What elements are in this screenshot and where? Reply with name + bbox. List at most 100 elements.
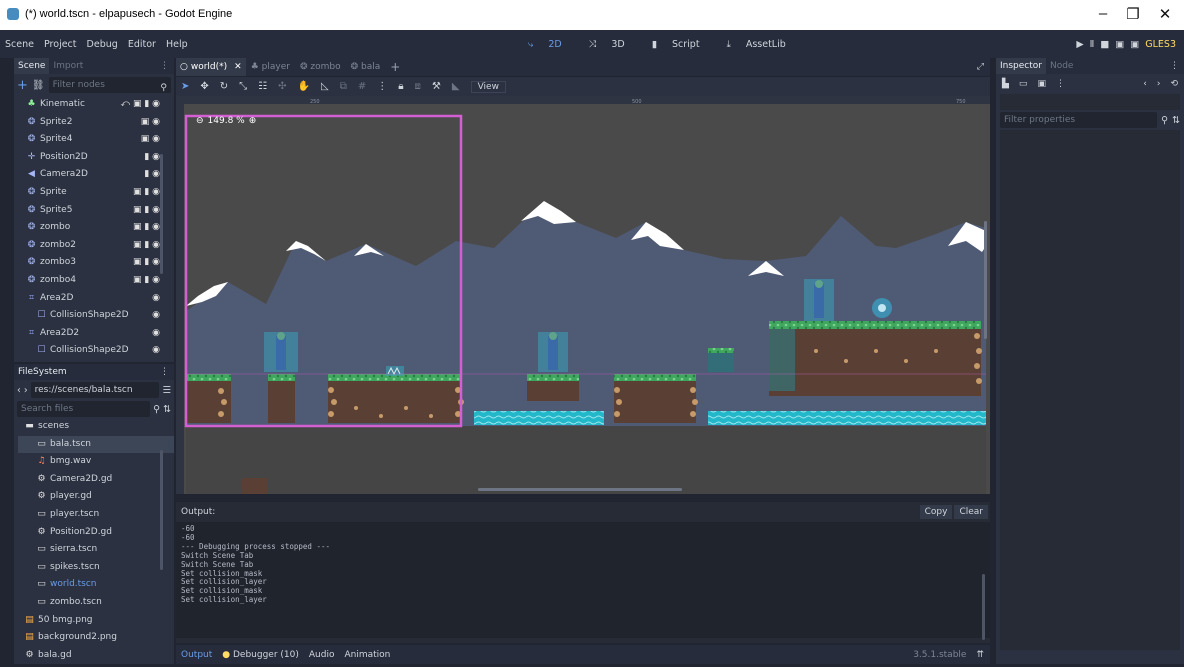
tab-zombo[interactable]: ❂ zombo [295, 62, 346, 72]
workspace-2d[interactable]: ⤷ 2D [528, 39, 574, 50]
group-icon[interactable]: ⧈ [415, 81, 421, 92]
snap-options-icon[interactable]: ⋮ [377, 81, 387, 92]
history-forward-icon[interactable]: › [1157, 79, 1161, 89]
history-back-icon[interactable]: ‹ [1143, 79, 1147, 89]
menu-editor[interactable]: Editor [128, 39, 156, 50]
sort-icon[interactable]: ⇅ [1172, 115, 1180, 126]
view-menu-button[interactable]: View [470, 80, 506, 93]
file-row[interactable]: ▭ bala.tscn [18, 435, 174, 454]
file-row[interactable]: ⚙ bala.gd [18, 647, 174, 660]
workspace-script[interactable]: ▮ Script [652, 39, 712, 50]
move-tool-icon[interactable]: ✥ [200, 81, 208, 92]
camera-override-icon[interactable]: ◣ [452, 81, 460, 92]
forward-icon[interactable]: › [24, 385, 28, 396]
restore-button[interactable]: ❐ [1118, 5, 1148, 23]
object-history-icon[interactable]: ⟲ [1170, 79, 1178, 89]
workspace-3d[interactable]: ⤨ 3D [589, 39, 637, 50]
stop-icon[interactable]: ■ [1100, 39, 1115, 50]
node-flags[interactable]: ▣ ▮ ◉ [133, 219, 160, 237]
file-row[interactable]: ▭ player.tscn [18, 506, 174, 524]
file-row[interactable]: ▭ world.tscn [18, 576, 174, 594]
scene-node-row[interactable]: ☐ CollisionShape2D ◉ [20, 307, 174, 325]
scene-node-row[interactable]: ❂ Sprite2 ▣ ◉ [20, 114, 174, 132]
tab-scene[interactable]: Scene [14, 58, 50, 74]
file-row[interactable]: ⚙ Camera2D.gd [18, 471, 174, 489]
node-flags[interactable]: ◉ [152, 325, 160, 343]
node-flags[interactable]: ▣ ▮ ◉ [133, 272, 160, 290]
add-node-icon[interactable]: + [17, 78, 28, 93]
scene-node-row[interactable]: ❂ zombo2 ▣ ▮ ◉ [20, 237, 174, 255]
file-row[interactable]: ▭ spikes.tscn [18, 559, 174, 577]
grid-snap-icon[interactable]: # [358, 81, 366, 92]
scene-node-row[interactable]: ☐ CollisionShape2D ◉ [20, 342, 174, 360]
play-icon[interactable]: ▶ [1076, 39, 1089, 50]
file-row[interactable]: ⚙ player.gd [18, 488, 174, 506]
list-select-icon[interactable]: ☷ [258, 81, 267, 92]
scene-node-row[interactable]: ❂ zombo ▣ ▮ ◉ [20, 219, 174, 237]
node-flags[interactable]: ▣ ◉ [141, 114, 160, 132]
sort-icon[interactable]: ⇅ [163, 404, 171, 415]
close-button[interactable]: ✕ [1150, 5, 1180, 23]
tab-animation[interactable]: Animation [344, 650, 390, 660]
open-folder-icon[interactable]: ▭ [1019, 79, 1028, 89]
scene-node-row[interactable]: ❂ zombo3 ▣ ▮ ◉ [20, 254, 174, 272]
scene-node-row[interactable]: ✛ Position2D ▮ ◉ [20, 149, 174, 167]
back-icon[interactable]: ‹ [17, 385, 21, 396]
tab-inspector[interactable]: Inspector [996, 58, 1046, 74]
file-row[interactable]: ⚙ Position2D.gd [18, 524, 174, 542]
path-field[interactable]: res://scenes/bala.tscn [30, 382, 160, 398]
dock-menu-icon[interactable]: ⋮ [1170, 61, 1184, 71]
play-scene-icon[interactable]: ▣ [1115, 39, 1130, 50]
workspace-assetlib[interactable]: ⤓ AssetLib [727, 39, 798, 50]
scene-node-row[interactable]: ⌗ Area2D ◉ [20, 290, 174, 308]
viewport-vscrollbar[interactable] [984, 221, 987, 339]
node-flags[interactable]: ◉ [152, 290, 160, 308]
new-tab-button[interactable]: + [385, 60, 405, 74]
tab-world[interactable]: ○ world(*) ✕ [176, 58, 246, 76]
node-flags[interactable]: ◉ [152, 342, 160, 360]
file-row[interactable]: ▬ scenes [18, 418, 174, 436]
file-row[interactable]: ▤ background2.png [18, 629, 174, 647]
node-flags[interactable]: ◉ [152, 307, 160, 325]
tab-player[interactable]: ♣ player [246, 62, 295, 72]
scene-node-row[interactable]: ◀ Camera2D ▮ ◉ [20, 166, 174, 184]
node-flags[interactable]: ⤺ ▣ ▮ ◉ [120, 96, 160, 114]
output-log[interactable]: -60 -60 --- Debugging process stopped --- S… [176, 522, 990, 638]
viewport-hscrollbar[interactable] [478, 488, 682, 491]
tab-import[interactable]: Import [49, 58, 87, 74]
scene-node-row[interactable]: ♣ Kinematic ⤺ ▣ ▮ ◉ [20, 96, 174, 114]
split-view-icon[interactable]: ☰ [162, 385, 171, 396]
zoom-out-icon[interactable]: ⊖ [196, 116, 204, 126]
new-resource-icon[interactable]: ▙ [1002, 79, 1009, 89]
play-custom-icon[interactable]: ▣ [1130, 39, 1145, 50]
scene-canvas[interactable]: 250 500 750 [176, 96, 990, 494]
tab-audio[interactable]: Audio [309, 650, 335, 660]
node-flags[interactable]: ▮ ◉ [144, 166, 160, 184]
file-row[interactable]: ♫ bmg.wav [18, 453, 174, 471]
pause-icon[interactable]: Ⅱ [1090, 39, 1101, 50]
search-files-input[interactable]: Search files [17, 401, 151, 417]
node-flags[interactable]: ▣ ▮ ◉ [133, 254, 160, 272]
tab-output[interactable]: Output [181, 650, 212, 660]
distraction-free-icon[interactable]: ⤢ [977, 62, 990, 72]
scene-node-row[interactable]: ❂ zombo4 ▣ ▮ ◉ [20, 272, 174, 290]
file-row[interactable]: ▭ sierra.tscn [18, 541, 174, 559]
node-flags[interactable]: ▣ ▮ ◉ [133, 202, 160, 220]
clear-button[interactable]: Clear [954, 505, 988, 519]
file-row[interactable]: ▤ 50 bmg.png [18, 612, 174, 630]
link-icon[interactable]: ⛓ [32, 80, 45, 91]
zoom-level[interactable]: 149.8 % [208, 116, 245, 126]
filter-properties-input[interactable]: Filter properties [1000, 112, 1158, 128]
more-options-icon[interactable]: ⋮ [1056, 79, 1065, 89]
filter-nodes-input[interactable]: Filter nodes [48, 77, 171, 93]
close-tab-icon[interactable]: ✕ [234, 62, 242, 72]
menu-project[interactable]: Project [44, 39, 77, 50]
pivot-icon[interactable]: ✣ [278, 81, 286, 92]
node-flags[interactable]: ▣ ▮ ◉ [133, 237, 160, 255]
output-scrollbar[interactable] [982, 574, 985, 640]
scene-node-row[interactable]: ❂ Sprite ▣ ▮ ◉ [20, 184, 174, 202]
scene-node-row[interactable]: ❂ Sprite5 ▣ ▮ ◉ [20, 202, 174, 220]
save-icon[interactable]: ▣ [1037, 79, 1046, 89]
scene-node-row[interactable]: ❂ Sprite4 ▣ ◉ [20, 131, 174, 149]
scene-node-row[interactable]: ⌗ Area2D2 ◉ [20, 325, 174, 343]
